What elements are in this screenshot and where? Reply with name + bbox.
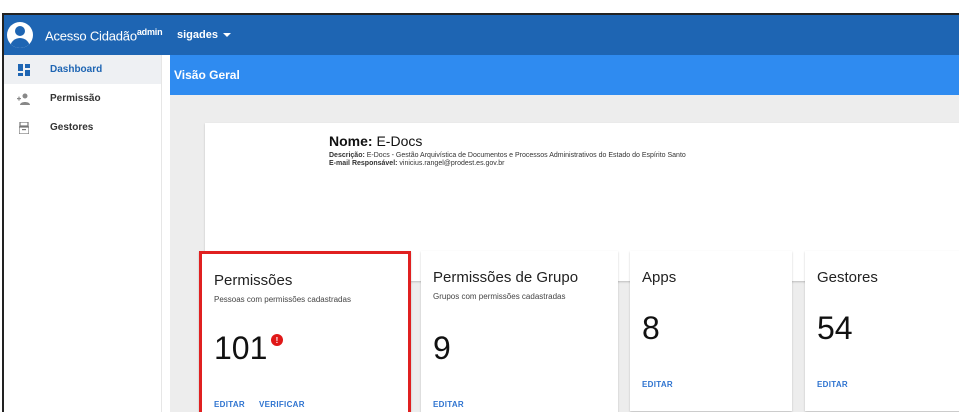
sidebar-item-dashboard[interactable]: Dashboard — [4, 55, 161, 84]
card-subtitle: Grupos com permissões cadastradas — [433, 292, 566, 301]
sidebar-item-label: Dashboard — [50, 64, 103, 75]
card-actions: EDITAR VERIFICAR — [214, 400, 305, 409]
card-value: 8 — [642, 310, 660, 346]
manager-icon — [14, 121, 34, 134]
edit-button[interactable]: EDITAR — [214, 400, 245, 409]
user-avatar-icon[interactable] — [7, 22, 33, 48]
edit-button[interactable]: EDITAR — [817, 380, 848, 389]
sidebar-item-permissao[interactable]: Permissão — [4, 84, 161, 113]
sidebar: Dashboard Permissão Gestores — [4, 55, 162, 412]
card-title: Gestores — [817, 269, 878, 286]
card-actions: EDITAR — [817, 380, 848, 389]
system-description: Descrição: E-Docs - Gestão Arquivística … — [329, 152, 686, 159]
brand-suffix: admin — [136, 26, 163, 37]
card-value: 101 — [214, 330, 268, 366]
system-name: Nome: E-Docs — [329, 133, 423, 149]
add-person-icon — [14, 93, 34, 105]
verify-button[interactable]: VERIFICAR — [259, 400, 305, 409]
top-bar: Acesso Cidadãoadmin sigades — [4, 15, 959, 55]
stat-card-permissoes: Permissões Pessoas com permissões cadast… — [199, 251, 411, 412]
stat-card-permissoes-grupo: Permissões de Grupo Grupos com permissõe… — [421, 251, 618, 412]
card-value: 9 — [433, 330, 451, 366]
stat-card-apps: Apps 8 EDITAR — [630, 251, 792, 411]
card-title: Permissões de Grupo — [433, 269, 579, 286]
system-email: E-mail Responsável: vinicius.rangel@prod… — [329, 160, 505, 167]
page-title: Visão Geral — [170, 55, 959, 95]
app-window: Acesso Cidadãoadmin sigades Dashboard Pe… — [0, 0, 959, 412]
card-actions: EDITAR — [433, 400, 464, 409]
system-info: Nome: E-Docs Descrição: E-Docs - Gestão … — [329, 133, 686, 167]
sidebar-item-label: Permissão — [50, 93, 101, 104]
sidebar-item-gestores[interactable]: Gestores — [4, 113, 161, 142]
edit-button[interactable]: EDITAR — [642, 380, 673, 389]
sidebar-item-label: Gestores — [50, 122, 94, 133]
main-content: Visão Geral Nome: E-Docs Descrição: E-Do… — [170, 55, 959, 412]
caret-down-icon — [222, 33, 231, 37]
card-title: Apps — [642, 269, 677, 286]
brand[interactable]: Acesso Cidadãoadmin — [4, 15, 167, 55]
card-value: 54 — [817, 310, 853, 346]
card-subtitle: Pessoas com permissões cadastradas — [214, 295, 351, 304]
brand-title: Acesso Cidadãoadmin — [45, 26, 163, 44]
alert-badge-icon[interactable]: ! — [271, 334, 283, 346]
system-menu-label: sigades — [177, 29, 218, 41]
card-actions: EDITAR — [642, 380, 673, 389]
card-title: Permissões — [214, 272, 293, 289]
system-menu[interactable]: sigades — [177, 29, 231, 41]
dashboard-icon — [14, 63, 34, 76]
edit-button[interactable]: EDITAR — [433, 400, 464, 409]
stat-card-gestores: Gestores 54 EDITAR — [805, 251, 959, 411]
